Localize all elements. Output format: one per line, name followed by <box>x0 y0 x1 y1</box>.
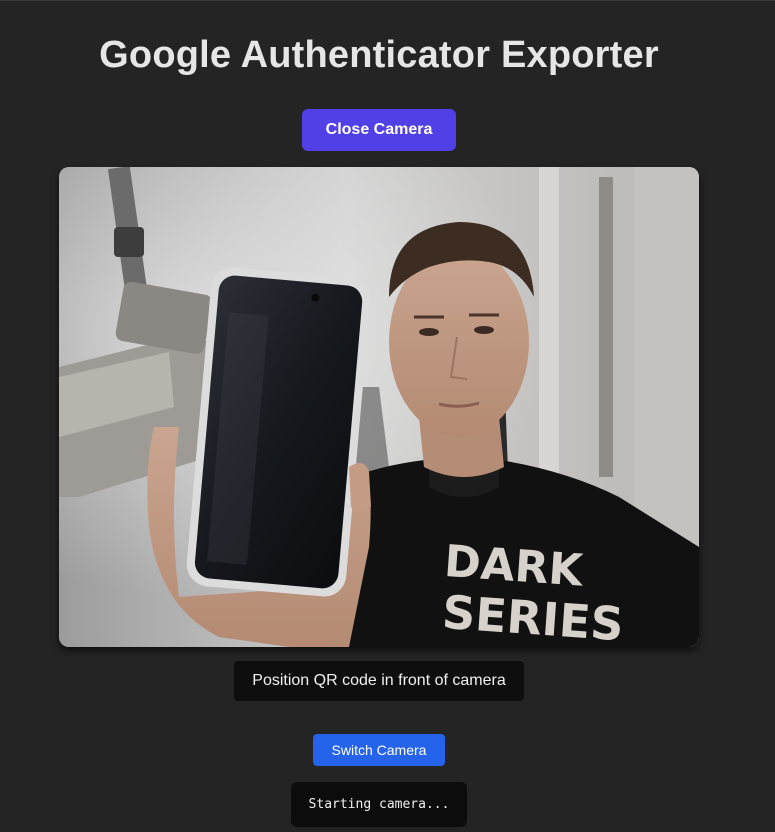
camera-video-feed: DARK SERIES <box>59 167 699 647</box>
switch-camera-button[interactable]: Switch Camera <box>313 734 445 766</box>
app-page: Google Authenticator Exporter Close Came… <box>0 0 775 832</box>
close-camera-button[interactable]: Close Camera <box>302 109 456 151</box>
camera-frame-image: DARK SERIES <box>59 167 699 647</box>
page-title: Google Authenticator Exporter <box>99 34 659 76</box>
status-log: Starting camera... <box>291 782 467 827</box>
camera-hint-label: Position QR code in front of camera <box>234 661 524 701</box>
